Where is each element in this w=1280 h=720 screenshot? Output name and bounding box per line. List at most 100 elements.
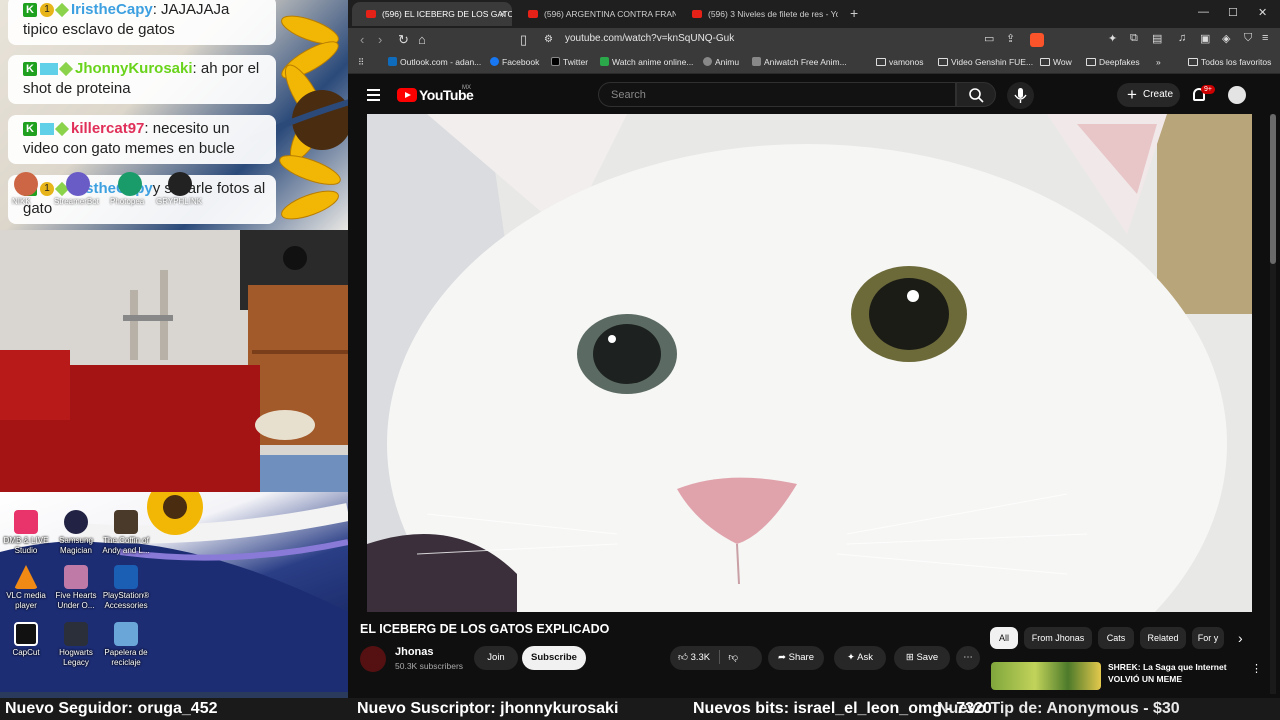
bookmark-aniwatch[interactable]: Aniwatch Free Anim... <box>752 57 847 67</box>
bookmark-outlook[interactable]: Outlook.com - adan... <box>388 57 481 67</box>
home-icon[interactable]: ⌂ <box>418 32 426 47</box>
music-icon[interactable]: ♫ <box>1178 32 1186 44</box>
chat-username: JhonnyKurosaki <box>75 60 193 77</box>
game-icon <box>64 565 88 589</box>
create-button[interactable]: Create <box>1117 83 1180 107</box>
aniwatch-icon <box>752 57 761 66</box>
scrollbar-thumb[interactable] <box>1270 114 1276 264</box>
tab-bar: (596) EL ICEBERG DE LOS GATOS × (596) AR… <box>348 0 1280 28</box>
desktop-icon-samsung-magician[interactable]: Samsung Magician <box>50 510 102 556</box>
desktop-icon-hogwarts-legacy[interactable]: Hogwarts Legacy <box>50 622 102 668</box>
bookmark-facebook[interactable]: Facebook <box>490 57 539 67</box>
nikk-icon <box>14 172 38 196</box>
ask-button[interactable]: ✦ Ask <box>834 646 886 670</box>
bookmark-folder-vamonos[interactable]: vamonos <box>876 57 924 67</box>
video-frame-white-cat <box>367 114 1252 612</box>
puzzle-icon[interactable]: ⧉ <box>1130 32 1138 45</box>
globe-icon <box>703 57 712 66</box>
cast-icon[interactable]: ▭ <box>984 32 994 45</box>
tab-filete[interactable]: (596) 3 Niveles de filete de res - YouT <box>678 2 838 26</box>
recommended-title[interactable]: SHREK: La Saga que Internet VOLVIÓ UN ME… <box>1108 661 1248 685</box>
all-favorites[interactable]: Todos los favoritos <box>1188 57 1271 67</box>
search-input[interactable]: Search <box>598 82 956 107</box>
shield-icon[interactable]: ⛉ <box>1244 32 1252 45</box>
bookmark-animu[interactable]: Animu <box>703 57 739 67</box>
share-button[interactable]: ➦ Share <box>768 646 824 670</box>
notification-count-badge: 9+ <box>1201 85 1215 94</box>
youtube-logo-icon[interactable] <box>397 88 417 102</box>
video-title: EL ICEBERG DE LOS GATOS EXPLICADO <box>360 622 610 636</box>
reload-icon[interactable]: ↻ <box>398 32 409 48</box>
address-bar-row: ‹ › ↻ ⌂ ▯ ⚙ youtube.com/watch?v=knSqUNQ-… <box>348 28 1280 52</box>
chip-for-you[interactable]: For y <box>1192 627 1224 649</box>
recommended-video[interactable]: SHREK: La Saga que Internet VOLVIÓ UN ME… <box>991 660 1262 690</box>
youtube-favicon-icon <box>366 10 376 18</box>
overlay-icon-label: Photopea <box>110 197 145 206</box>
more-actions-button[interactable]: ⋯ <box>956 646 980 670</box>
recommended-thumbnail[interactable] <box>991 662 1101 690</box>
chat-username: IristheCapy <box>71 1 153 18</box>
account-avatar[interactable] <box>1228 86 1246 104</box>
brave-shield-icon[interactable] <box>1030 33 1044 47</box>
desktop-icon-vlc[interactable]: VLC media player <box>0 565 52 611</box>
bookmark-folder-wow[interactable]: Wow <box>1040 57 1072 67</box>
youtube-favicon-icon <box>528 10 538 18</box>
back-icon[interactable]: ‹ <box>360 32 364 47</box>
recommended-more-icon[interactable]: ⋮ <box>1251 662 1262 675</box>
bookmark-folder-deepfakes[interactable]: Deepfakes <box>1086 57 1140 67</box>
menu-icon[interactable]: ≡ <box>1262 32 1268 44</box>
dmb-app-icon <box>14 510 38 534</box>
voice-search-button[interactable] <box>1007 82 1034 109</box>
close-window-button[interactable]: ✕ <box>1258 6 1267 19</box>
extension-icon[interactable]: ✦ <box>1108 32 1117 45</box>
close-tab-icon[interactable]: × <box>499 7 506 21</box>
webcam-scene <box>0 230 356 492</box>
share-page-icon[interactable]: ⇪ <box>1006 32 1015 45</box>
desktop-icon-capcut[interactable]: CapCut <box>0 622 52 658</box>
folder-icon <box>1188 58 1198 66</box>
maximize-button[interactable]: ☐ <box>1228 6 1238 19</box>
search-icon <box>969 88 984 103</box>
gem-badge-icon <box>54 121 70 137</box>
channel-avatar[interactable] <box>360 646 386 672</box>
apps-icon[interactable]: ⠿ <box>358 57 364 68</box>
forward-icon[interactable]: › <box>378 32 382 47</box>
tab-argentina[interactable]: (596) ARGENTINA CONTRA FRANCIA <box>514 2 676 26</box>
bookmark-icon[interactable]: ▯ <box>520 32 527 48</box>
youtube-header: YouTube MX Search Create 9+ <box>348 74 1280 114</box>
wallet-icon[interactable]: ▣ <box>1200 32 1210 45</box>
tab-iceberg[interactable]: (596) EL ICEBERG DE LOS GATOS × <box>352 2 512 26</box>
page-scrollbar[interactable] <box>1270 114 1276 694</box>
join-button[interactable]: Join <box>474 646 518 670</box>
save-button[interactable]: ⊞ Save <box>894 646 950 670</box>
chip-all[interactable]: All <box>990 627 1018 649</box>
desktop-icon-recycle-bin[interactable]: Papelera de reciclaje <box>100 622 152 668</box>
dislike-button[interactable]: 👎︎ <box>728 652 738 663</box>
chevron-right-icon[interactable]: › <box>1238 630 1243 646</box>
desktop-icon-five-hearts[interactable]: Five Hearts Under O... <box>50 565 102 611</box>
chip-cats[interactable]: Cats <box>1098 627 1134 649</box>
search-button[interactable] <box>956 82 996 107</box>
bookmark-watch-anime[interactable]: Watch anime online... <box>600 57 693 67</box>
desktop-icon-coffin-of-andy[interactable]: The Coffin of Andy and L... <box>100 510 152 556</box>
channel-name[interactable]: Jhonas <box>395 646 434 658</box>
stream-overlay: K 1 IristheCapy: JAJAJAJa tipico esclavo d… <box>0 0 356 700</box>
bookmarks-overflow-button[interactable]: » <box>1156 57 1161 67</box>
chip-from-jhonas[interactable]: From Jhonas <box>1024 627 1092 649</box>
subscribe-button[interactable]: Subscribe <box>522 646 586 670</box>
chip-related[interactable]: Related <box>1140 627 1186 649</box>
like-button[interactable]: 👍︎ 3.3K <box>678 652 710 663</box>
minimize-button[interactable]: — <box>1198 6 1209 18</box>
sidebar-icon[interactable]: ▤ <box>1152 32 1162 45</box>
video-player[interactable] <box>367 114 1252 612</box>
url-field[interactable]: youtube.com/watch?v=knSqUNQ-Guk <box>565 33 734 44</box>
hamburger-menu-icon[interactable] <box>367 89 380 101</box>
new-tab-button[interactable]: + <box>850 5 858 21</box>
bookmark-folder-genshin[interactable]: Video Genshin FUE... <box>938 57 1033 67</box>
desktop-icon-dmb[interactable]: DMB & LIVE Studio <box>0 510 52 556</box>
overlay-icon-label: StreamerBot <box>54 197 99 206</box>
site-info-icon[interactable]: ⚙ <box>544 34 553 45</box>
desktop-icon-playstation-accessories[interactable]: PlayStation® Accessories <box>100 565 152 611</box>
vpn-icon[interactable]: ◈ <box>1222 32 1230 45</box>
bookmark-twitter[interactable]: Twitter <box>551 57 588 67</box>
